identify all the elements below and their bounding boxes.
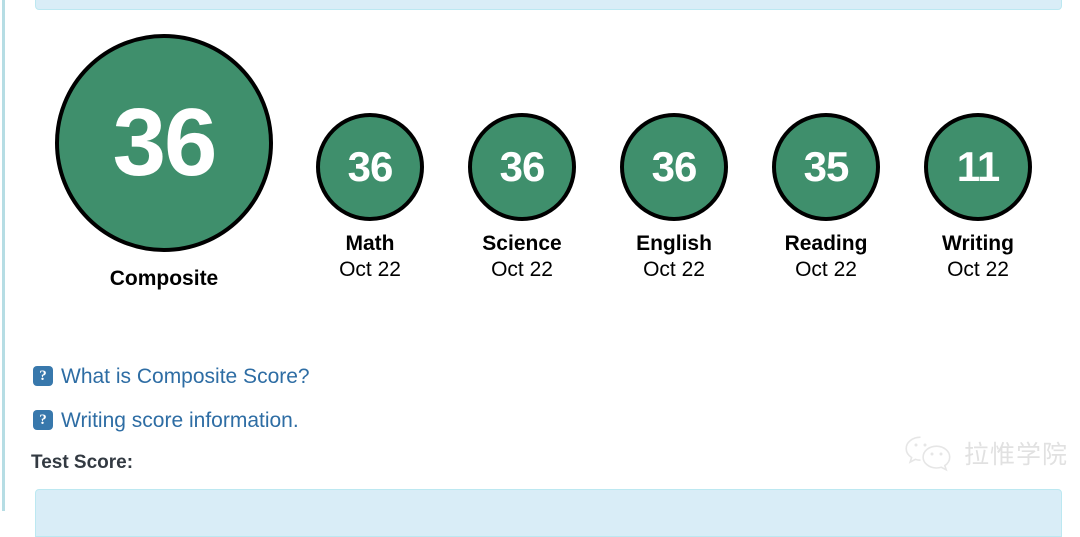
test-score-label: Test Score: [31, 452, 134, 473]
score-item-english[interactable]: 36 English Oct 22 [598, 113, 750, 283]
writing-score-bubble: 11 [924, 113, 1032, 221]
link-what-is-composite-score[interactable]: ? What is Composite Score? [33, 360, 310, 392]
question-mark-icon: ? [33, 366, 53, 386]
composite-score-bubble: 36 [55, 34, 273, 252]
reading-score-bubble: 35 [772, 113, 880, 221]
info-band-bottom [35, 489, 1062, 537]
score-item-math[interactable]: 36 Math Oct 22 [294, 113, 446, 283]
link-label: Writing score information. [61, 408, 299, 432]
score-report-page: 36 Composite 36 Math Oct 22 36 Science O… [0, 0, 1080, 537]
question-mark-icon: ? [33, 410, 53, 430]
link-writing-score-information[interactable]: ? Writing score information. [33, 404, 310, 436]
score-item-reading[interactable]: 35 Reading Oct 22 [750, 113, 902, 283]
math-date: Oct 22 [339, 258, 401, 282]
help-links-group: ? What is Composite Score? ? Writing sco… [33, 360, 310, 448]
english-score-bubble: 36 [620, 113, 728, 221]
score-item-science[interactable]: 36 Science Oct 22 [446, 113, 598, 283]
science-label: Science [482, 232, 562, 255]
english-label: English [636, 232, 712, 255]
science-score-bubble: 36 [468, 113, 576, 221]
writing-label: Writing [942, 232, 1014, 255]
wechat-icon [903, 434, 955, 472]
watermark-text: 拉惟学院 [963, 440, 1068, 469]
english-date: Oct 22 [643, 258, 705, 282]
score-item-composite[interactable]: 36 Composite [39, 34, 289, 291]
reading-label: Reading [784, 232, 868, 255]
score-bubbles-row: 36 Composite 36 Math Oct 22 36 Science O… [0, 28, 1080, 328]
math-score-bubble: 36 [316, 113, 424, 221]
composite-label: Composite [109, 267, 219, 290]
info-band-top [35, 0, 1062, 10]
science-date: Oct 22 [491, 258, 553, 282]
score-item-writing[interactable]: 11 Writing Oct 22 [902, 113, 1054, 283]
reading-date: Oct 22 [795, 258, 857, 282]
link-label: What is Composite Score? [61, 364, 310, 388]
writing-date: Oct 22 [947, 258, 1009, 282]
math-label: Math [345, 232, 395, 255]
watermark: 拉惟学院 [903, 434, 1068, 472]
